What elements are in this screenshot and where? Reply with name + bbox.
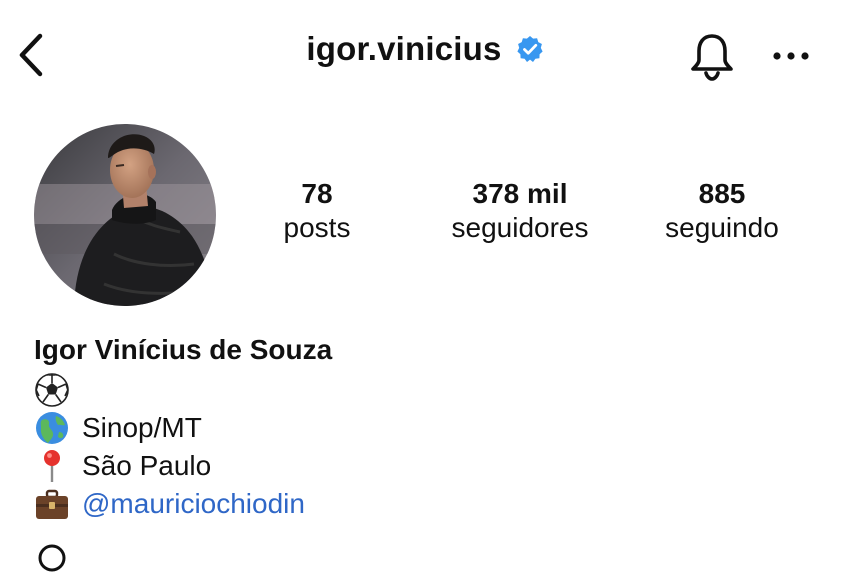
pin-icon [44, 450, 60, 482]
followers-value: 378 mil [472, 178, 568, 209]
link-icon [34, 540, 70, 576]
bio-line-management: @mauriciochiodin [34, 486, 305, 522]
following-count[interactable]: 885 seguindo [652, 178, 792, 246]
posts-label: posts [283, 212, 351, 243]
followers-count[interactable]: 378 mil seguidores [430, 178, 610, 246]
bio-text-3: São Paulo [82, 450, 212, 481]
notifications-button[interactable] [686, 30, 738, 82]
following-label: seguindo [665, 212, 779, 243]
following-value: 885 [698, 178, 746, 209]
bio-line-location-origin: Sinop/MT [34, 410, 202, 446]
briefcase-icon [36, 489, 68, 519]
username: igor.vinicius [306, 30, 502, 67]
profile-avatar[interactable] [34, 124, 216, 306]
bio-text-2: Sinop/MT [82, 412, 202, 443]
full-name: Igor Vinícius de Souza [34, 334, 333, 365]
manager-mention-link[interactable]: @mauriciochiodin [82, 488, 305, 520]
more-horizontal-icon [773, 52, 809, 60]
posts-value: 78 [301, 178, 333, 209]
soccer-ball-icon [35, 373, 69, 407]
bell-icon [691, 34, 733, 81]
bio-line-soccer [34, 372, 82, 408]
posts-count[interactable]: 78 posts [262, 178, 372, 246]
more-options-button[interactable] [766, 34, 816, 78]
followers-label: seguidores [451, 212, 589, 243]
avatar-image [34, 124, 216, 306]
bio-line-location-current: São Paulo [34, 448, 211, 484]
verified-badge-icon [516, 36, 543, 62]
globe-icon [36, 412, 68, 444]
